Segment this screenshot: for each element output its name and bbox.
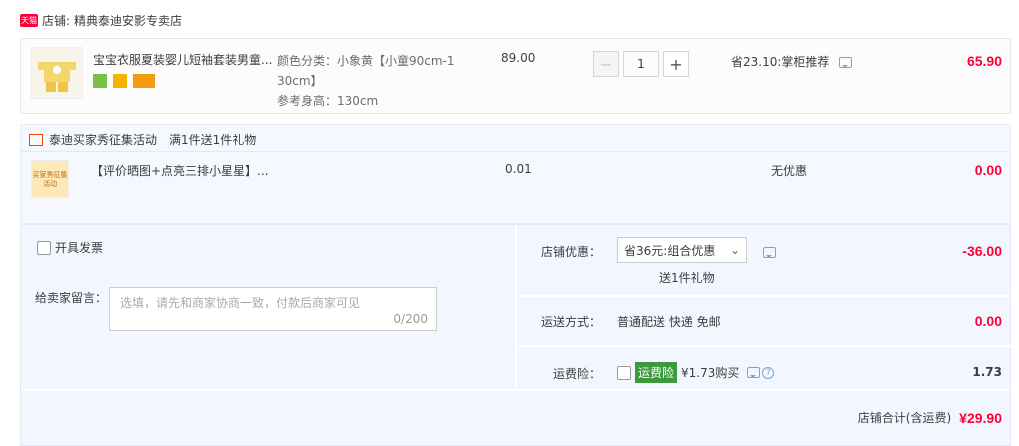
divider bbox=[21, 389, 1010, 391]
gift-thumbnail[interactable]: 买家秀征集活动 bbox=[31, 160, 69, 198]
summary-total: ¥29.90 bbox=[959, 409, 1002, 426]
divider bbox=[517, 295, 1011, 297]
divider bbox=[515, 225, 517, 389]
shop-header: 天猫 店铺: 精典泰迪安影专卖店 bbox=[20, 10, 182, 30]
height-info: 参考身高：130cm bbox=[277, 94, 379, 108]
shipping-amount: 0.00 bbox=[974, 313, 1002, 329]
increase-button[interactable]: + bbox=[663, 51, 689, 77]
coupon-selected: 省36元:组合优惠 bbox=[624, 243, 716, 258]
coupon-amount: -36.00 bbox=[962, 243, 1002, 259]
product-thumbnail[interactable] bbox=[31, 47, 83, 99]
shipping-method: 普通配送 快递 免邮 bbox=[617, 315, 721, 329]
tmall-icon: 天猫 bbox=[20, 13, 38, 27]
insurance-checkbox[interactable] bbox=[617, 365, 631, 380]
card-icon bbox=[132, 73, 155, 88]
divider bbox=[517, 345, 1011, 347]
sku-info: 颜色分类：小象黄【小童90cm-1 bbox=[277, 54, 455, 68]
shipping-label: 运送方式： bbox=[541, 315, 602, 329]
shop-name-link[interactable]: 精典泰迪安影专卖店 bbox=[74, 12, 182, 29]
product-title-link[interactable]: 宝宝衣服夏装婴儿短袖套装男童... bbox=[93, 51, 273, 69]
coupon-select[interactable]: 省36元:组合优惠 ⌄ bbox=[617, 237, 747, 263]
discount-text: 省23.10:掌柜推荐 bbox=[731, 55, 830, 69]
message-placeholder: 选填，请先和商家协商一致，付款后商家可见 bbox=[120, 296, 361, 310]
help-icon[interactable]: ? bbox=[762, 366, 775, 379]
shop-label: 店铺: bbox=[42, 13, 71, 28]
unit-price: 89.00 bbox=[501, 51, 536, 65]
order-options-section: 开具发票 给卖家留言： 选填，请先和商家协商一致，付款后商家可见 0/200 店… bbox=[20, 224, 1011, 446]
decrease-button[interactable]: − bbox=[593, 51, 619, 77]
invoice-checkbox[interactable] bbox=[37, 240, 51, 255]
insurance-price: ¥1.73购买 bbox=[681, 366, 740, 380]
gift-discount: 无优惠 bbox=[771, 164, 808, 178]
chevron-down-icon: ⌄ bbox=[729, 243, 740, 257]
insurance-amount: 1.73 bbox=[972, 365, 1002, 379]
promo-condition: 满1件送1件礼物 bbox=[169, 133, 257, 147]
coupon-label: 店铺优惠： bbox=[541, 245, 602, 259]
gift-thumb-text: 买家秀征集活动 bbox=[32, 171, 68, 188]
gift-title-link[interactable]: 【评价晒图+点亮三排小星星】... bbox=[91, 162, 269, 179]
coupon-gift: 送1件礼物 bbox=[659, 271, 715, 285]
gift-icon bbox=[29, 133, 43, 146]
message-label: 给卖家留言： bbox=[35, 291, 108, 305]
chat-icon[interactable] bbox=[763, 247, 776, 258]
promo-section: 泰迪买家秀征集活动 满1件送1件礼物 买家秀征集活动 【评价晒图+点亮三排小星星… bbox=[20, 124, 1011, 224]
cart-item-row: 宝宝衣服夏装婴儿短袖套装男童... 颜色分类：小象黄【小童90cm-1 30cm… bbox=[20, 38, 1011, 114]
quantity-input[interactable]: 1 bbox=[623, 51, 659, 77]
gift-total: 0.00 bbox=[974, 162, 1002, 178]
invoice-label: 开具发票 bbox=[55, 241, 104, 255]
item-total: 65.90 bbox=[966, 53, 1002, 69]
promo-activity: 泰迪买家秀征集活动 bbox=[49, 133, 158, 147]
chat-icon[interactable] bbox=[839, 57, 853, 68]
insurance-label: 运费险： bbox=[553, 367, 602, 381]
quantity-stepper: − 1 + bbox=[593, 51, 689, 77]
seller-message-input[interactable]: 选填，请先和商家协商一致，付款后商家可见 0/200 bbox=[109, 287, 437, 331]
summary-label: 店铺合计(含运费) bbox=[857, 411, 952, 425]
guarantee-icon bbox=[112, 73, 127, 88]
sku-info-cont: 30cm】 bbox=[277, 74, 323, 88]
message-counter: 0/200 bbox=[393, 312, 428, 326]
chat-icon[interactable] bbox=[747, 367, 761, 378]
gift-unit-price: 0.01 bbox=[505, 162, 532, 176]
seven-day-return-icon bbox=[93, 73, 107, 88]
insurance-tag: 运费险 bbox=[635, 362, 678, 383]
